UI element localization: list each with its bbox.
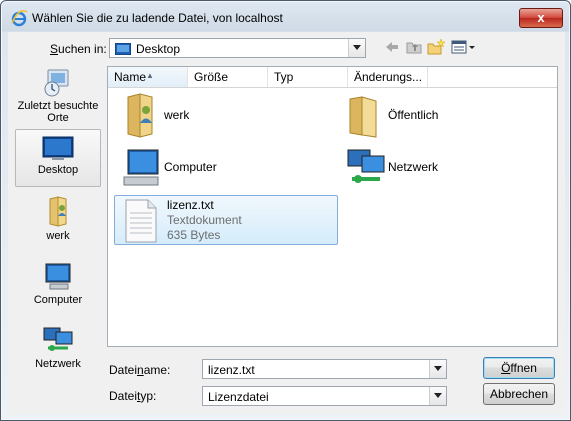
- list-item-werk[interactable]: werk: [118, 93, 318, 139]
- computer-icon: [123, 149, 159, 186]
- chevron-down-icon[interactable]: [429, 387, 446, 405]
- dialog-body: Suchen in: Desktop Zuletzt besuchte Orte…: [8, 32, 565, 414]
- user-folder-icon: [127, 93, 153, 138]
- place-desktop[interactable]: Desktop: [15, 129, 101, 187]
- sort-ascending-icon: ▲: [146, 71, 154, 80]
- list-item-netzwerk[interactable]: Netzwerk: [342, 147, 542, 191]
- up-folder-icon[interactable]: [405, 38, 423, 56]
- list-item-lizenz[interactable]: lizenz.txt Textdokument 635 Bytes: [114, 195, 338, 245]
- window-title: Wählen Sie die zu ladende Datei, von loc…: [32, 11, 283, 25]
- place-label: Desktop: [37, 164, 79, 176]
- open-button[interactable]: Öffnen: [483, 357, 555, 379]
- view-menu-icon[interactable]: [451, 38, 477, 56]
- item-type: Textdokument: [167, 213, 242, 227]
- place-label: Netzwerk: [35, 358, 81, 370]
- internet-explorer-icon: [11, 10, 28, 27]
- filetype-select[interactable]: Lizenzdatei: [202, 386, 447, 406]
- item-name: lizenz.txt: [167, 198, 214, 212]
- network-icon: [347, 149, 385, 183]
- column-type[interactable]: Typ: [268, 67, 348, 87]
- text-file-icon: [125, 199, 157, 243]
- item-name: Öffentlich: [388, 108, 439, 122]
- lookin-label: Suchen in:: [50, 42, 107, 56]
- place-recent[interactable]: Zuletzt besuchte Orte: [15, 68, 101, 130]
- place-label: Computer: [33, 294, 83, 306]
- lookin-value: Desktop: [136, 42, 181, 56]
- list-item-computer[interactable]: Computer: [118, 147, 318, 191]
- filetype-label: Dateityp:: [109, 389, 157, 403]
- folder-icon: [349, 96, 377, 138]
- cancel-button[interactable]: Abbrechen: [483, 383, 555, 405]
- network-icon: [43, 327, 73, 351]
- item-name: Netzwerk: [388, 160, 439, 174]
- file-list[interactable]: Name ▲ Größe Typ Änderungs... werk Öffen…: [107, 66, 558, 347]
- column-modified[interactable]: Änderungs...: [348, 67, 428, 87]
- item-name: Computer: [164, 160, 217, 174]
- back-arrow-icon[interactable]: [383, 38, 401, 56]
- column-size[interactable]: Größe: [188, 67, 268, 87]
- chevron-down-icon[interactable]: [429, 360, 446, 378]
- desktop-icon: [115, 43, 131, 55]
- filename-label: Dateiname:: [109, 363, 171, 377]
- chevron-down-icon[interactable]: [348, 39, 365, 57]
- column-name[interactable]: Name ▲: [108, 67, 188, 87]
- list-item-oeffentlich[interactable]: Öffentlich: [342, 93, 542, 139]
- desktop-icon: [42, 136, 74, 160]
- recent-places-icon: [44, 69, 69, 97]
- place-label: Zuletzt besuchte Orte: [17, 100, 99, 124]
- places-bar: Zuletzt besuchte Orte Desktop werk Compu…: [15, 66, 101, 376]
- file-dialog-window: Wählen Sie die zu ladende Datei, von loc…: [0, 0, 571, 421]
- close-icon: x: [537, 10, 545, 25]
- place-computer[interactable]: Computer: [15, 262, 101, 316]
- place-label: werk: [46, 230, 70, 242]
- item-name: werk: [164, 108, 190, 122]
- place-network[interactable]: Netzwerk: [15, 326, 101, 380]
- title-bar[interactable]: Wählen Sie die zu ladende Datei, von loc…: [1, 1, 570, 33]
- close-button[interactable]: x: [519, 8, 563, 28]
- computer-icon: [45, 263, 71, 290]
- filetype-value: Lizenzdatei: [208, 390, 269, 404]
- lookin-dropdown[interactable]: Desktop: [109, 38, 366, 58]
- place-werk[interactable]: werk: [15, 196, 101, 250]
- filename-value: lizenz.txt: [208, 363, 255, 377]
- user-folder-icon: [49, 196, 67, 227]
- filename-input[interactable]: lizenz.txt: [202, 359, 447, 379]
- item-size: 635 Bytes: [167, 228, 221, 242]
- new-folder-icon[interactable]: [427, 38, 445, 56]
- column-header-row: Name ▲ Größe Typ Änderungs...: [108, 67, 557, 88]
